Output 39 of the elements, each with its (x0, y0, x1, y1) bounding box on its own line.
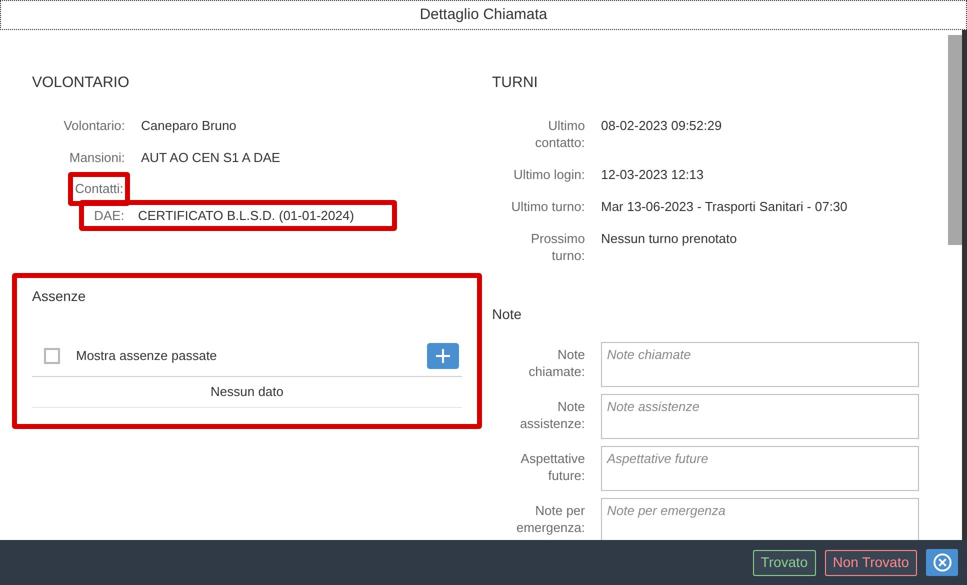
field-value: 12-03-2023 12:13 (601, 166, 704, 182)
field-label: Volontario: (62, 116, 125, 134)
field-value: Caneparo Bruno (141, 116, 236, 134)
field-label: Note assistenze: (518, 398, 585, 432)
note-field[interactable]: Note chiamate (601, 342, 919, 386)
field-value: Mar 13-06-2023 - Trasporti Sanitari - 07:30 (601, 198, 848, 214)
scrollbar[interactable] (948, 30, 967, 540)
footer-button[interactable]: Trovato (752, 550, 816, 576)
field-value: 08-02-2023 09:52:29 (601, 116, 722, 134)
section-heading: TURNI (492, 73, 539, 93)
dialog-title: Dettaglio Chiamata (420, 4, 548, 25)
field-label: DAE: (94, 206, 122, 224)
field-label: Note per emergenza: (515, 502, 585, 536)
close-icon (932, 553, 952, 572)
field-value: AUT AO CEN S1 A DAE (141, 148, 280, 166)
checkbox-label: Mostra assenze passate (76, 346, 217, 365)
section-heading: VOLONTARIO (32, 73, 130, 93)
empty-message: Nessun dato (210, 382, 284, 401)
field-label: Ultimo contatto: (534, 116, 585, 150)
field-label: Prossimo turno: (530, 230, 585, 264)
plus-icon (436, 348, 450, 362)
field-label: Aspettative future: (520, 450, 585, 484)
note-field[interactable]: Note per emergenza (601, 498, 919, 540)
section-heading: Assenze (32, 286, 87, 306)
field-value: Nessun turno prenotato (601, 230, 737, 246)
scrollbar-thumb[interactable] (948, 35, 962, 245)
field-label: Ultimo login: (512, 166, 585, 182)
close-button[interactable] (926, 549, 958, 576)
field-value: CERTIFICATO B.L.S.D. (01-01-2024) (138, 206, 354, 224)
note-field[interactable]: Note assistenze (601, 394, 919, 438)
field-label: Mansioni: (68, 148, 125, 166)
checkbox[interactable] (44, 348, 60, 364)
field-label: Note chiamate: (528, 346, 585, 380)
section-heading: Note (492, 304, 523, 324)
field-label: Ultimo turno: (510, 198, 585, 214)
contacts-label: Contatti: (75, 180, 124, 196)
footer-button[interactable]: Non Trovato (824, 550, 917, 576)
add-button[interactable] (427, 342, 459, 368)
note-field[interactable]: Aspettative future (601, 446, 919, 490)
